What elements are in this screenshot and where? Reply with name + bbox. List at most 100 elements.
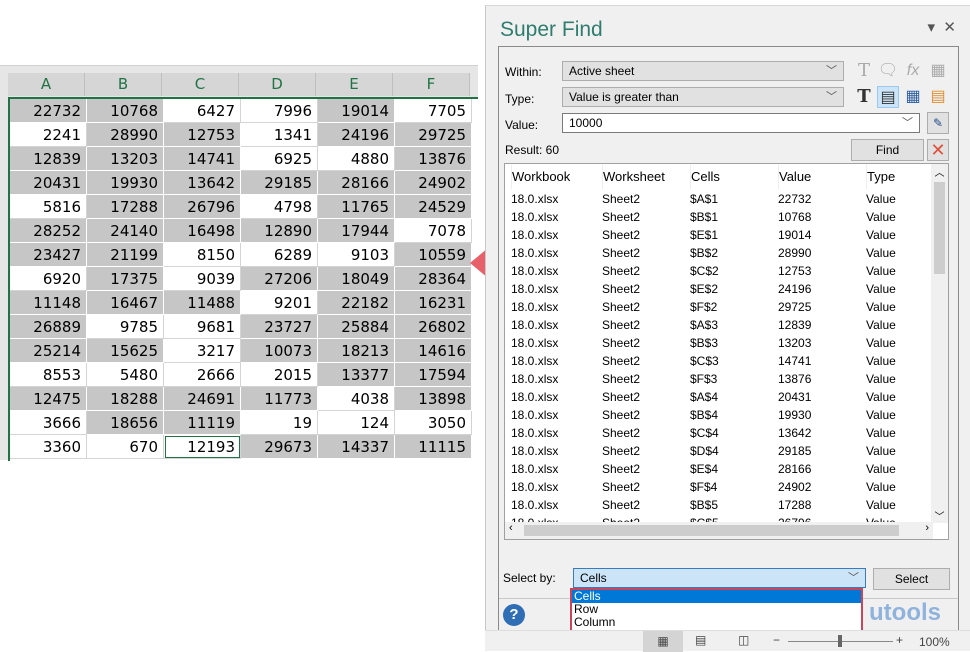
- option-row[interactable]: Row: [572, 603, 861, 616]
- cell[interactable]: 22182: [318, 291, 395, 315]
- cell[interactable]: 3050: [395, 411, 472, 435]
- text-icon[interactable]: T: [853, 60, 875, 82]
- column-header[interactable]: D: [239, 73, 316, 96]
- select-by-options[interactable]: Cells Row Column: [570, 588, 863, 632]
- cell[interactable]: 11148: [10, 291, 87, 315]
- cell[interactable]: 22732: [10, 99, 87, 123]
- cell[interactable]: 5480: [87, 363, 164, 387]
- column-header[interactable]: Workbook: [511, 165, 570, 189]
- cell[interactable]: 9785: [87, 315, 164, 339]
- cell[interactable]: 8150: [164, 243, 241, 267]
- result-row[interactable]: 18.0.xlsx Sheet2 $F$2 29725 Value: [505, 298, 933, 316]
- cell[interactable]: 7705: [395, 99, 472, 123]
- text-bold-icon[interactable]: T: [853, 86, 875, 108]
- pane-menu-icon[interactable]: ▾: [928, 19, 936, 36]
- cell[interactable]: 24691: [164, 387, 241, 411]
- cell[interactable]: 18213: [318, 339, 395, 363]
- cell[interactable]: 13898: [395, 387, 472, 411]
- column-header[interactable]: A: [8, 73, 85, 96]
- cell[interactable]: 24529: [395, 195, 472, 219]
- cell[interactable]: 23727: [241, 315, 318, 339]
- cell[interactable]: 27206: [241, 267, 318, 291]
- cell[interactable]: 3666: [10, 411, 87, 435]
- cell[interactable]: 19: [241, 411, 318, 435]
- result-row[interactable]: 18.0.xlsx Sheet2 $B$5 17288 Value: [505, 496, 933, 514]
- result-row[interactable]: 18.0.xlsx Sheet2 $F$4 24902 Value: [505, 478, 933, 496]
- cell[interactable]: 670: [87, 435, 164, 459]
- page-layout-icon[interactable]: ▤: [695, 633, 706, 647]
- cell[interactable]: 28364: [395, 267, 472, 291]
- result-row[interactable]: 18.0.xlsx Sheet2 $E$4 28166 Value: [505, 460, 933, 478]
- result-row[interactable]: 18.0.xlsx Sheet2 $E$1 19014 Value: [505, 226, 933, 244]
- cell[interactable]: 9039: [164, 267, 241, 291]
- cell[interactable]: 5816: [10, 195, 87, 219]
- cell[interactable]: 17375: [87, 267, 164, 291]
- cell[interactable]: 28252: [10, 219, 87, 243]
- cell[interactable]: 24902: [395, 171, 472, 195]
- cell[interactable]: 7078: [395, 219, 472, 243]
- cell[interactable]: 13377: [318, 363, 395, 387]
- cell[interactable]: 11773: [241, 387, 318, 411]
- zoom-in-icon[interactable]: +: [896, 633, 903, 647]
- cell[interactable]: 15625: [87, 339, 164, 363]
- cell[interactable]: 18049: [318, 267, 395, 291]
- result-row[interactable]: 18.0.xlsx Sheet2 $D$4 29185 Value: [505, 442, 933, 460]
- column-header[interactable]: Value: [778, 165, 811, 189]
- within-select[interactable]: Active sheet ﹀: [562, 61, 844, 81]
- cell[interactable]: 4798: [241, 195, 318, 219]
- select-by-dropdown[interactable]: Cells ﹀: [573, 568, 866, 588]
- result-row[interactable]: 18.0.xlsx Sheet2 $E$2 24196 Value: [505, 280, 933, 298]
- option-column[interactable]: Column: [572, 616, 861, 629]
- clear-icon[interactable]: ✕: [927, 139, 949, 161]
- cell[interactable]: 14741: [164, 147, 241, 171]
- cell[interactable]: 24140: [87, 219, 164, 243]
- cell[interactable]: 2241: [10, 123, 87, 147]
- zoom-out-icon[interactable]: −: [773, 633, 780, 647]
- cell[interactable]: 29673: [241, 435, 318, 459]
- result-row[interactable]: 18.0.xlsx Sheet2 $A$1 22732 Value: [505, 190, 933, 208]
- cell[interactable]: 10559: [395, 243, 472, 267]
- cell[interactable]: 28166: [318, 171, 395, 195]
- cell[interactable]: 28990: [87, 123, 164, 147]
- cell[interactable]: 14337: [318, 435, 395, 459]
- zoom-slider-thumb[interactable]: [838, 635, 842, 647]
- cell[interactable]: 26796: [164, 195, 241, 219]
- cell[interactable]: 4038: [318, 387, 395, 411]
- cell[interactable]: 13642: [164, 171, 241, 195]
- cell[interactable]: 18656: [87, 411, 164, 435]
- cell[interactable]: 16467: [87, 291, 164, 315]
- column-header[interactable]: Type: [866, 165, 895, 189]
- result-row[interactable]: 18.0.xlsx Sheet2 $C$2 12753 Value: [505, 262, 933, 280]
- cell[interactable]: 17944: [318, 219, 395, 243]
- find-button[interactable]: Find: [851, 139, 924, 161]
- result-row[interactable]: 18.0.xlsx Sheet2 $C$3 14741 Value: [505, 352, 933, 370]
- cell[interactable]: 14616: [395, 339, 472, 363]
- cell[interactable]: 16498: [164, 219, 241, 243]
- cell[interactable]: 3360: [10, 435, 87, 459]
- cell[interactable]: 12193: [164, 435, 241, 459]
- cell[interactable]: 2666: [164, 363, 241, 387]
- formula-icon[interactable]: fx: [902, 60, 924, 82]
- column-header[interactable]: F: [393, 73, 470, 96]
- cell[interactable]: 29725: [395, 123, 472, 147]
- result-row[interactable]: 18.0.xlsx Sheet2 $C$4 13642 Value: [505, 424, 933, 442]
- cell[interactable]: 21199: [87, 243, 164, 267]
- select-button[interactable]: Select: [873, 568, 950, 590]
- result-row[interactable]: 18.0.xlsx Sheet2 $B$4 19930 Value: [505, 406, 933, 424]
- cell[interactable]: 10768: [87, 99, 164, 123]
- option-cells[interactable]: Cells: [572, 590, 861, 603]
- cell[interactable]: 26802: [395, 315, 472, 339]
- cell[interactable]: 7996: [241, 99, 318, 123]
- cell[interactable]: 19014: [318, 99, 395, 123]
- results-list[interactable]: Workbook Worksheet Cells Value Type 18.0.xlsx…: [504, 163, 949, 540]
- comment-icon[interactable]: 🗨: [877, 60, 899, 82]
- type-select[interactable]: Value is greater than ﹀: [562, 87, 844, 107]
- cell[interactable]: 19930: [87, 171, 164, 195]
- cell[interactable]: 12475: [10, 387, 87, 411]
- column-header[interactable]: E: [316, 73, 393, 96]
- cell[interactable]: 17288: [87, 195, 164, 219]
- calendar-icon[interactable]: ▦: [902, 86, 924, 108]
- cell[interactable]: 29185: [241, 171, 318, 195]
- cell[interactable]: 3217: [164, 339, 241, 363]
- normal-view-icon[interactable]: ▦: [643, 631, 683, 652]
